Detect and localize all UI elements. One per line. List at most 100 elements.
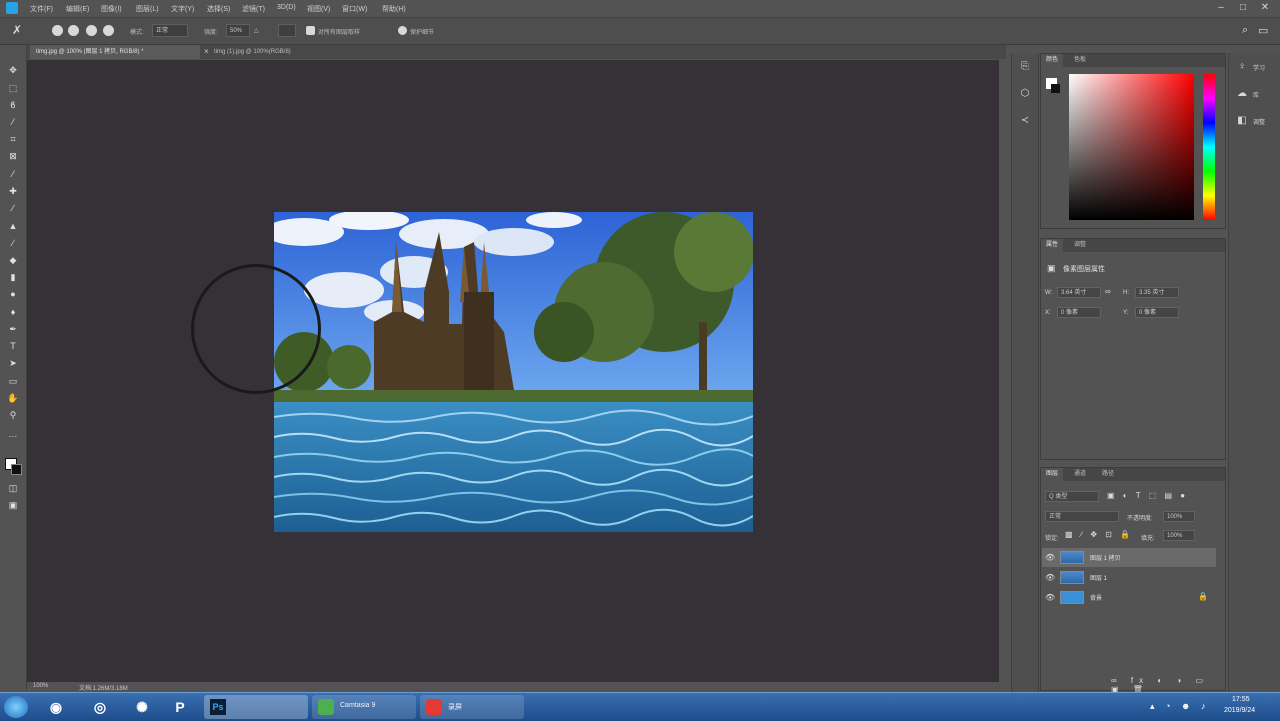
chrome-icon[interactable]: ◎ xyxy=(86,696,114,718)
crop-tool-icon[interactable]: ⌗ xyxy=(7,134,19,144)
zoom-level[interactable]: 100% xyxy=(33,683,48,689)
menu-3d[interactable]: 3D(D) xyxy=(277,4,296,11)
dodge-tool-icon[interactable]: ♦ xyxy=(7,307,19,317)
zoom-tool-icon[interactable]: ⚲ xyxy=(7,410,19,420)
photoshop-logo-icon[interactable] xyxy=(6,2,18,14)
brush-settings-icon[interactable]: ≺ xyxy=(1019,115,1031,127)
more-tools-icon[interactable]: … xyxy=(7,429,19,439)
color-bg-swatch[interactable] xyxy=(1051,84,1060,93)
shape-tool-icon[interactable]: ▭ xyxy=(7,376,19,386)
type-tool-icon[interactable]: T xyxy=(7,341,19,351)
blur-tool-icon[interactable]: ● xyxy=(7,289,19,299)
visibility-eye-icon[interactable]: 👁 xyxy=(1045,553,1055,562)
pen-tool-icon[interactable]: ✒ xyxy=(7,324,19,334)
workspace-icon[interactable]: ▭ xyxy=(1258,24,1268,37)
history-brush-icon[interactable]: ∕ xyxy=(7,238,19,248)
menu-file[interactable]: 文件(F) xyxy=(30,4,53,14)
protect-checkbox[interactable] xyxy=(398,26,407,35)
height-field[interactable]: 3.35 英寸 xyxy=(1135,287,1179,298)
lasso-tool-icon[interactable]: ϐ xyxy=(7,100,19,110)
maximize-icon[interactable]: □ xyxy=(1236,2,1250,14)
search-icon[interactable]: ⌕ xyxy=(1242,24,1248,37)
clone-stamp-icon[interactable]: ▲ xyxy=(7,221,19,231)
quick-select-icon[interactable]: ⁄ xyxy=(7,117,19,127)
3d-icon[interactable]: ⬡ xyxy=(1019,88,1031,100)
brush-tool-icon[interactable]: ∕ xyxy=(7,203,19,213)
background-color-swatch[interactable] xyxy=(11,464,22,475)
healing-brush-icon[interactable]: ✚ xyxy=(7,186,19,196)
layer-row-2[interactable]: 👁 图层 1 xyxy=(1042,568,1216,587)
frame-tool-icon[interactable]: ⊠ xyxy=(7,151,19,161)
tab-properties[interactable]: 属性 xyxy=(1041,239,1064,252)
eraser-tool-icon[interactable]: ◆ xyxy=(7,255,19,265)
tab-swatches[interactable]: 色板 xyxy=(1069,54,1091,67)
layer-row-1[interactable]: 👁 图层 1 拷贝 xyxy=(1042,548,1216,567)
brush-size-icon[interactable] xyxy=(68,25,79,36)
camtasia-task-button[interactable]: Camtasia 9 xyxy=(312,695,416,719)
menu-type[interactable]: 文字(Y) xyxy=(171,4,194,14)
mode-select[interactable]: 正常 xyxy=(152,24,188,37)
menu-help[interactable]: 帮助(H) xyxy=(382,4,406,14)
sample-all-checkbox[interactable] xyxy=(306,26,315,35)
libraries-icon[interactable]: ☁ xyxy=(1236,88,1248,100)
photoshop-task-button[interactable]: Ps xyxy=(204,695,308,719)
hand-tool-icon[interactable]: ✋ xyxy=(7,393,19,403)
pinned-p-icon[interactable]: P xyxy=(166,696,194,718)
visibility-eye-icon[interactable]: 👁 xyxy=(1045,573,1055,582)
menu-view[interactable]: 视图(V) xyxy=(307,4,330,14)
y-field[interactable]: 0 像素 xyxy=(1135,307,1179,318)
quick-mask-icon[interactable]: ◫ xyxy=(7,483,19,493)
tab-layers[interactable]: 图层 xyxy=(1041,468,1064,481)
history-icon[interactable]: ⎘ xyxy=(1019,61,1031,73)
x-field[interactable]: 0 像素 xyxy=(1057,307,1101,318)
menu-image[interactable]: 图像(I) xyxy=(101,4,122,14)
strength-field[interactable]: 50% xyxy=(226,24,250,37)
eyedropper-icon[interactable]: ⁄ xyxy=(7,169,19,179)
qq-icon[interactable]: ◉ xyxy=(42,696,70,718)
tab-timg[interactable]: timg.jpg @ 100% (图层 1 拷贝, RGB/8) * xyxy=(30,45,200,59)
brush-hardness-icon[interactable] xyxy=(86,25,97,36)
blend-mode-select[interactable]: 正常 xyxy=(1045,511,1119,522)
marquee-tool-icon[interactable]: ⬚ xyxy=(7,83,19,93)
angle-field[interactable] xyxy=(278,24,296,37)
menu-window[interactable]: 窗口(W) xyxy=(342,4,367,14)
start-button[interactable] xyxy=(4,696,28,718)
layer-filter-icons[interactable]: ▣ ◐ T ⬚ ▤ ● xyxy=(1107,491,1188,500)
width-field[interactable]: 3.64 英寸 xyxy=(1057,287,1101,298)
clock-date[interactable]: 2019/9/24 xyxy=(1224,707,1255,714)
layer-name[interactable]: 图层 1 xyxy=(1090,573,1107,582)
color-field[interactable] xyxy=(1069,74,1194,220)
brush-preset-icon[interactable] xyxy=(52,25,63,36)
screen-mode-icon[interactable]: ▣ xyxy=(7,500,19,510)
recorder-task-button[interactable]: 录屏 xyxy=(420,695,524,719)
system-tray-icons[interactable]: ▴ ◔ ☻ ♪ xyxy=(1150,701,1209,712)
tab-adjust[interactable]: 调整 xyxy=(1069,239,1091,252)
tab-channels[interactable]: 通道 xyxy=(1069,468,1091,481)
browser-icon[interactable]: ✺ xyxy=(128,696,156,718)
link-icon[interactable]: ∞ xyxy=(1105,287,1111,296)
layer-kind-filter[interactable]: Q 类型 xyxy=(1045,491,1099,502)
canvas-area[interactable] xyxy=(27,60,999,682)
close-icon[interactable]: ✕ xyxy=(1258,2,1272,14)
minimize-icon[interactable]: – xyxy=(1214,2,1228,14)
tab-color[interactable]: 颜色 xyxy=(1041,54,1064,67)
canvas-image[interactable] xyxy=(274,212,753,532)
smudge-tool-icon[interactable]: ✗ xyxy=(12,23,22,37)
path-select-icon[interactable]: ➤ xyxy=(7,358,19,368)
learn-icon[interactable]: ♀ xyxy=(1236,61,1248,73)
layer-name[interactable]: 图层 1 拷贝 xyxy=(1090,553,1121,562)
tab-timg-1[interactable]: timg (1).jpg @ 100%(RGB/8) xyxy=(208,45,330,59)
clock-time[interactable]: 17:55 xyxy=(1232,696,1250,703)
lock-icons[interactable]: ▩ ∕ ✥ ⊡ 🔒 xyxy=(1065,530,1133,539)
menu-edit[interactable]: 编辑(E) xyxy=(66,4,89,14)
menu-filter[interactable]: 滤镜(T) xyxy=(242,4,265,14)
gradient-tool-icon[interactable]: ▮ xyxy=(7,272,19,282)
fill-field[interactable]: 100% xyxy=(1163,530,1195,541)
adjustments-icon[interactable]: ◧ xyxy=(1236,115,1248,127)
tab-paths[interactable]: 路径 xyxy=(1097,468,1119,481)
menu-layer[interactable]: 图层(L) xyxy=(136,4,159,14)
brush-panel-icon[interactable] xyxy=(103,25,114,36)
menu-select[interactable]: 选择(S) xyxy=(207,4,230,14)
layer-name[interactable]: 背景 xyxy=(1090,593,1102,602)
layer-row-3[interactable]: 👁 背景 🔒 xyxy=(1042,588,1216,607)
